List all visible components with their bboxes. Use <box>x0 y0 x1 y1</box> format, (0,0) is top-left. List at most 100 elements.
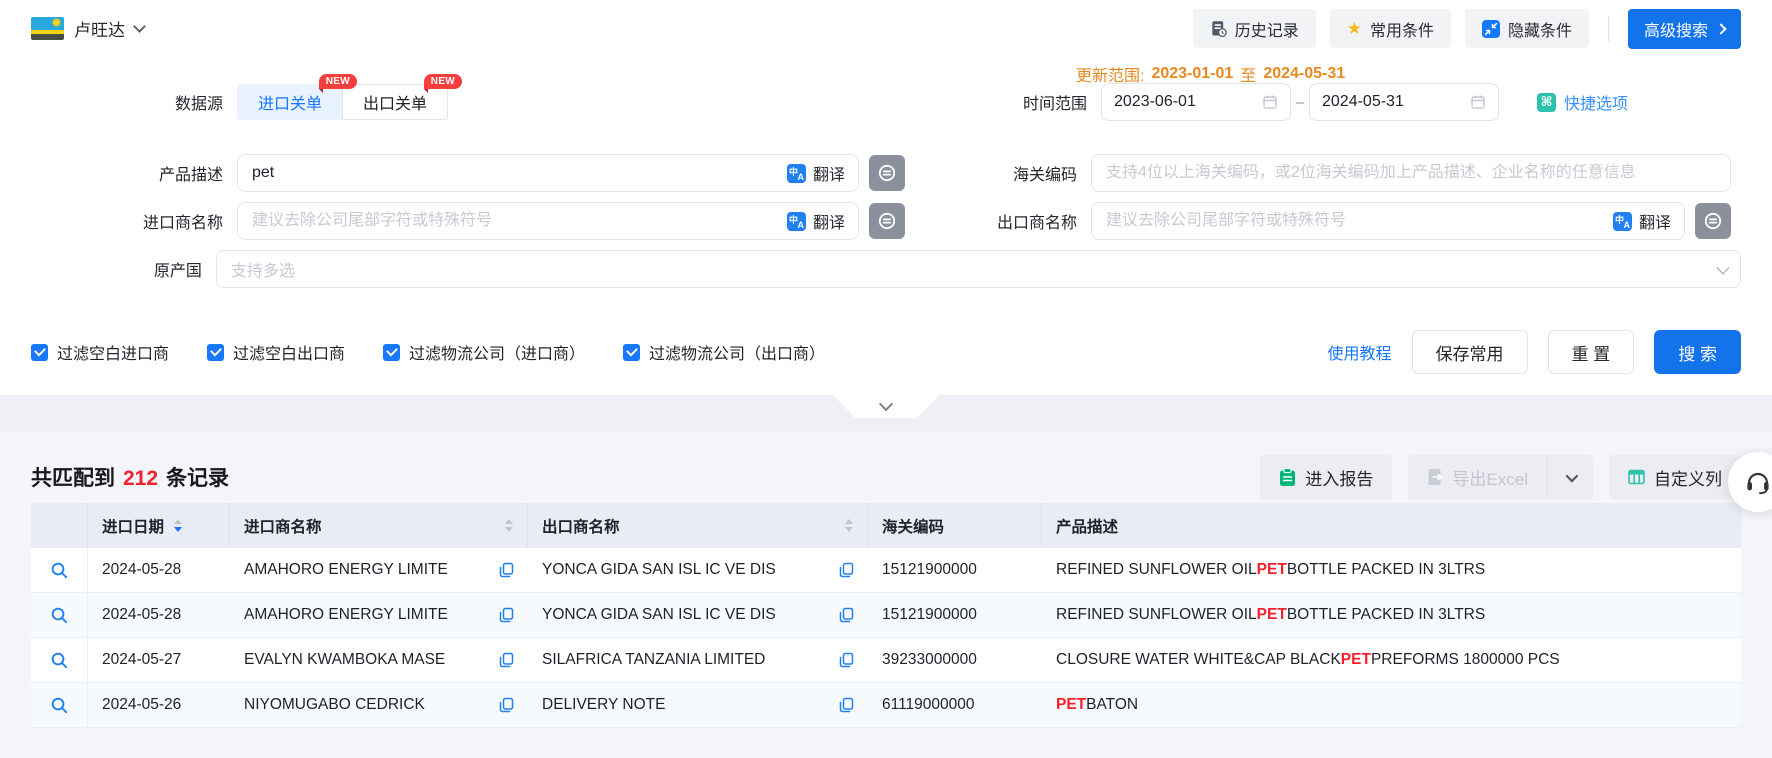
advanced-search-button[interactable]: 高级搜索 <box>1628 9 1741 49</box>
filter-blank-exporter[interactable]: 过滤空白出口商 <box>207 340 345 364</box>
filter-blank-importer[interactable]: 过滤空白进口商 <box>31 340 169 364</box>
tutorial-link[interactable]: 使用教程 <box>1328 340 1392 364</box>
translate-button[interactable]: 中A 翻译 <box>774 203 858 239</box>
export-excel-label: 导出Excel <box>1452 465 1528 490</box>
customize-columns-button[interactable]: 自定义列 <box>1609 455 1741 499</box>
date-end-input[interactable]: 2024-05-31 <box>1309 83 1499 121</box>
time-range-label: 时间范围 <box>905 90 1101 114</box>
origin-country-label: 原产国 <box>31 257 216 281</box>
favorites-label: 常用条件 <box>1370 17 1434 41</box>
tab-import-label: 进口关单 <box>258 90 322 114</box>
results-section: 共匹配到 212 条记录 进入报告 导出Excel <box>0 431 1772 758</box>
copy-icon[interactable] <box>499 652 514 668</box>
filter-checkboxes: 过滤空白进口商 过滤空白出口商 过滤物流公司（进口商） 过滤物流公司（出口商） <box>31 340 825 364</box>
new-badge: NEW <box>424 74 462 89</box>
time-range: 2023-06-01 – 2024-05-31 ⌘ 快捷选项 <box>1101 83 1741 121</box>
translate-button[interactable]: 中A 翻译 <box>774 155 858 191</box>
cell-hs-code: 61119000000 <box>868 683 1042 727</box>
view-detail-button[interactable] <box>50 696 69 715</box>
checkbox-checked-icon <box>383 344 400 361</box>
sort-control[interactable] <box>174 519 182 532</box>
copy-icon[interactable] <box>499 607 514 623</box>
date-start-input[interactable]: 2023-06-01 <box>1101 83 1291 121</box>
export-excel-group: 导出Excel <box>1408 455 1593 499</box>
new-badge: NEW <box>319 74 357 89</box>
filter-logistics-exporter[interactable]: 过滤物流公司（出口商） <box>623 340 825 364</box>
header-importer[interactable]: 进口商名称 <box>230 503 528 548</box>
history-icon <box>1210 20 1227 37</box>
table-body: 2024-05-28 AMAHORO ENERGY LIMITE YONCA G… <box>31 548 1741 728</box>
filter-label: 过滤空白出口商 <box>233 340 345 364</box>
header-product-desc: 产品描述 <box>1042 503 1741 548</box>
header-exporter[interactable]: 出口商名称 <box>528 503 868 548</box>
cell-date: 2024-05-28 <box>88 548 230 592</box>
table-row: 2024-05-27 EVALYN KWAMBOKA MASE SILAFRIC… <box>31 638 1741 683</box>
cell-importer: NIYOMUGABO CEDRICK <box>230 683 528 727</box>
export-dropdown-button[interactable] <box>1547 455 1593 499</box>
copy-icon[interactable] <box>839 607 854 623</box>
update-range-label: 更新范围: <box>1076 62 1144 86</box>
date-dash: – <box>1291 94 1309 111</box>
sort-control[interactable] <box>845 519 853 532</box>
cell-importer: EVALYN KWAMBOKA MASE <box>230 638 528 682</box>
origin-country-select[interactable]: 支持多选 <box>216 250 1741 288</box>
export-excel-button[interactable]: 导出Excel <box>1408 455 1547 499</box>
cell-hs-code: 39233000000 <box>868 638 1042 682</box>
summary-suffix: 条记录 <box>166 462 229 492</box>
view-detail-button[interactable] <box>50 651 69 670</box>
copy-icon[interactable] <box>839 697 854 713</box>
topbar: 卢旺达 历史记录 ★ 常用条件 隐藏条件 高级搜索 <box>0 0 1772 57</box>
table-row: 2024-05-28 AMAHORO ENERGY LIMITE YONCA G… <box>31 548 1741 593</box>
exact-match-toggle[interactable] <box>869 155 905 191</box>
copy-icon[interactable] <box>839 562 854 578</box>
importer-input[interactable] <box>237 202 859 240</box>
customize-columns-label: 自定义列 <box>1654 465 1722 490</box>
filter-label: 过滤空白进口商 <box>57 340 169 364</box>
save-favorite-button[interactable]: 保存常用 <box>1412 330 1528 374</box>
filter-logistics-importer[interactable]: 过滤物流公司（进口商） <box>383 340 585 364</box>
search-form: 更新范围: 2023-01-01 至 2024-05-31 数据源 进口关单 N… <box>0 57 1772 395</box>
enter-report-button[interactable]: 进入报告 <box>1260 455 1392 499</box>
cell-date: 2024-05-28 <box>88 593 230 637</box>
translate-icon: 中A <box>787 164 806 183</box>
copy-icon[interactable] <box>839 652 854 668</box>
history-button[interactable]: 历史记录 <box>1193 9 1316 48</box>
hide-conditions-button[interactable]: 隐藏条件 <box>1465 9 1589 48</box>
reset-button[interactable]: 重 置 <box>1548 330 1635 374</box>
quick-options-link[interactable]: ⌘ 快捷选项 <box>1537 90 1628 114</box>
copy-icon[interactable] <box>499 697 514 713</box>
cell-exporter: DELIVERY NOTE <box>528 683 868 727</box>
update-range-end: 2024-05-31 <box>1263 65 1345 83</box>
exact-match-toggle[interactable] <box>1695 203 1731 239</box>
cell-product-desc: REFINED SUNFLOWER OIL PET BOTTLE PACKED … <box>1042 593 1741 637</box>
country-selector[interactable]: 卢旺达 <box>31 16 144 41</box>
favorites-button[interactable]: ★ 常用条件 <box>1330 9 1451 48</box>
search-button[interactable]: 搜 索 <box>1654 330 1741 374</box>
filter-label: 过滤物流公司（进口商） <box>409 340 585 364</box>
results-summary: 共匹配到 212 条记录 <box>31 462 229 492</box>
copy-icon[interactable] <box>499 562 514 578</box>
product-desc-label: 产品描述 <box>31 161 237 185</box>
update-range-to: 至 <box>1240 62 1256 86</box>
header-import-date[interactable]: 进口日期 <box>88 503 230 548</box>
translate-label: 翻译 <box>813 209 845 233</box>
sort-control[interactable] <box>505 519 513 532</box>
tab-export-customs[interactable]: 出口关单 NEW <box>342 84 448 120</box>
summary-count: 212 <box>123 467 158 491</box>
exact-match-toggle[interactable] <box>869 203 905 239</box>
exporter-input[interactable] <box>1091 202 1685 240</box>
view-detail-button[interactable] <box>50 606 69 625</box>
translate-button[interactable]: 中A 翻译 <box>1600 203 1684 239</box>
enter-report-label: 进入报告 <box>1305 465 1373 490</box>
tab-import-customs[interactable]: 进口关单 NEW <box>237 84 342 120</box>
cell-exporter: YONCA GIDA SAN ISL IC VE DIS <box>528 548 868 592</box>
product-desc-input[interactable] <box>237 154 859 192</box>
cell-date: 2024-05-27 <box>88 638 230 682</box>
checkbox-checked-icon <box>31 344 48 361</box>
summary-prefix: 共匹配到 <box>31 462 115 492</box>
collapse-form-button[interactable] <box>833 395 939 418</box>
view-detail-button[interactable] <box>50 561 69 580</box>
table-row: 2024-05-26 NIYOMUGABO CEDRICK DELIVERY N… <box>31 683 1741 728</box>
hs-code-input[interactable] <box>1091 154 1731 192</box>
cell-date: 2024-05-26 <box>88 683 230 727</box>
